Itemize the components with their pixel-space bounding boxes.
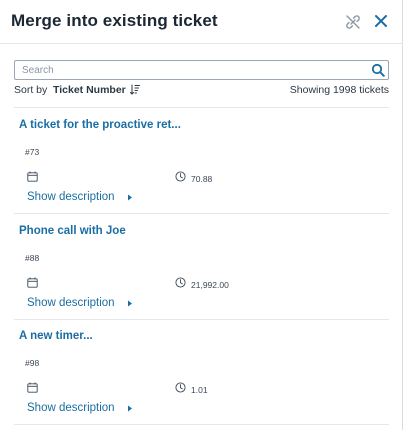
ticket-item[interactable]: A new timer... #98 1.01 Show description — [14, 318, 389, 424]
panel-title: Merge into existing ticket — [11, 11, 218, 30]
show-description-link[interactable]: Show description — [27, 191, 115, 203]
ticket-time: 1.01 — [191, 385, 208, 395]
sort-by-label: Sort by — [14, 84, 48, 96]
clock-icon — [175, 171, 186, 182]
ticket-item[interactable]: Phone call with Joe #88 21,992.00 Show d… — [14, 213, 389, 319]
sort-field-selector[interactable]: Ticket Number — [53, 84, 126, 96]
panel-header: Merge into existing ticket — [0, 0, 403, 44]
show-description-link[interactable]: Show description — [27, 297, 115, 309]
close-icon[interactable] — [372, 12, 390, 30]
sort-descending-icon[interactable] — [130, 84, 140, 95]
merge-ticket-panel: Merge into existing ticket Sort by Ticke… — [0, 0, 403, 430]
show-description-link[interactable]: Show description — [27, 402, 115, 414]
ticket-time: 70.88 — [191, 174, 213, 184]
caret-right-icon[interactable] — [127, 405, 133, 412]
search-box — [14, 60, 389, 80]
ticket-title[interactable]: Phone call with Joe — [19, 225, 126, 237]
caret-right-icon[interactable] — [127, 300, 133, 307]
ticket-number: #88 — [25, 253, 40, 263]
ticket-count: Showing 1998 tickets — [289, 84, 389, 96]
list-divider — [14, 424, 389, 425]
clock-icon — [175, 277, 186, 288]
ticket-title[interactable]: A ticket for the proactive ret... — [19, 119, 181, 131]
ticket-time: 21,992.00 — [191, 280, 229, 290]
search-input[interactable] — [15, 61, 365, 79]
clock-icon — [175, 382, 186, 393]
ticket-title[interactable]: A new timer... — [19, 330, 93, 342]
search-icon[interactable] — [371, 63, 385, 77]
ticket-number: #73 — [25, 147, 40, 157]
calendar-icon — [27, 171, 38, 182]
sort-bar: Sort by Ticket Number Showing 1998 ticke… — [14, 84, 389, 98]
ticket-number: #98 — [25, 358, 40, 368]
ticket-item[interactable]: A ticket for the proactive ret... #73 70… — [14, 107, 389, 213]
caret-right-icon[interactable] — [127, 194, 133, 201]
calendar-icon — [27, 382, 38, 393]
link-off-icon[interactable] — [344, 13, 362, 31]
calendar-icon — [27, 277, 38, 288]
